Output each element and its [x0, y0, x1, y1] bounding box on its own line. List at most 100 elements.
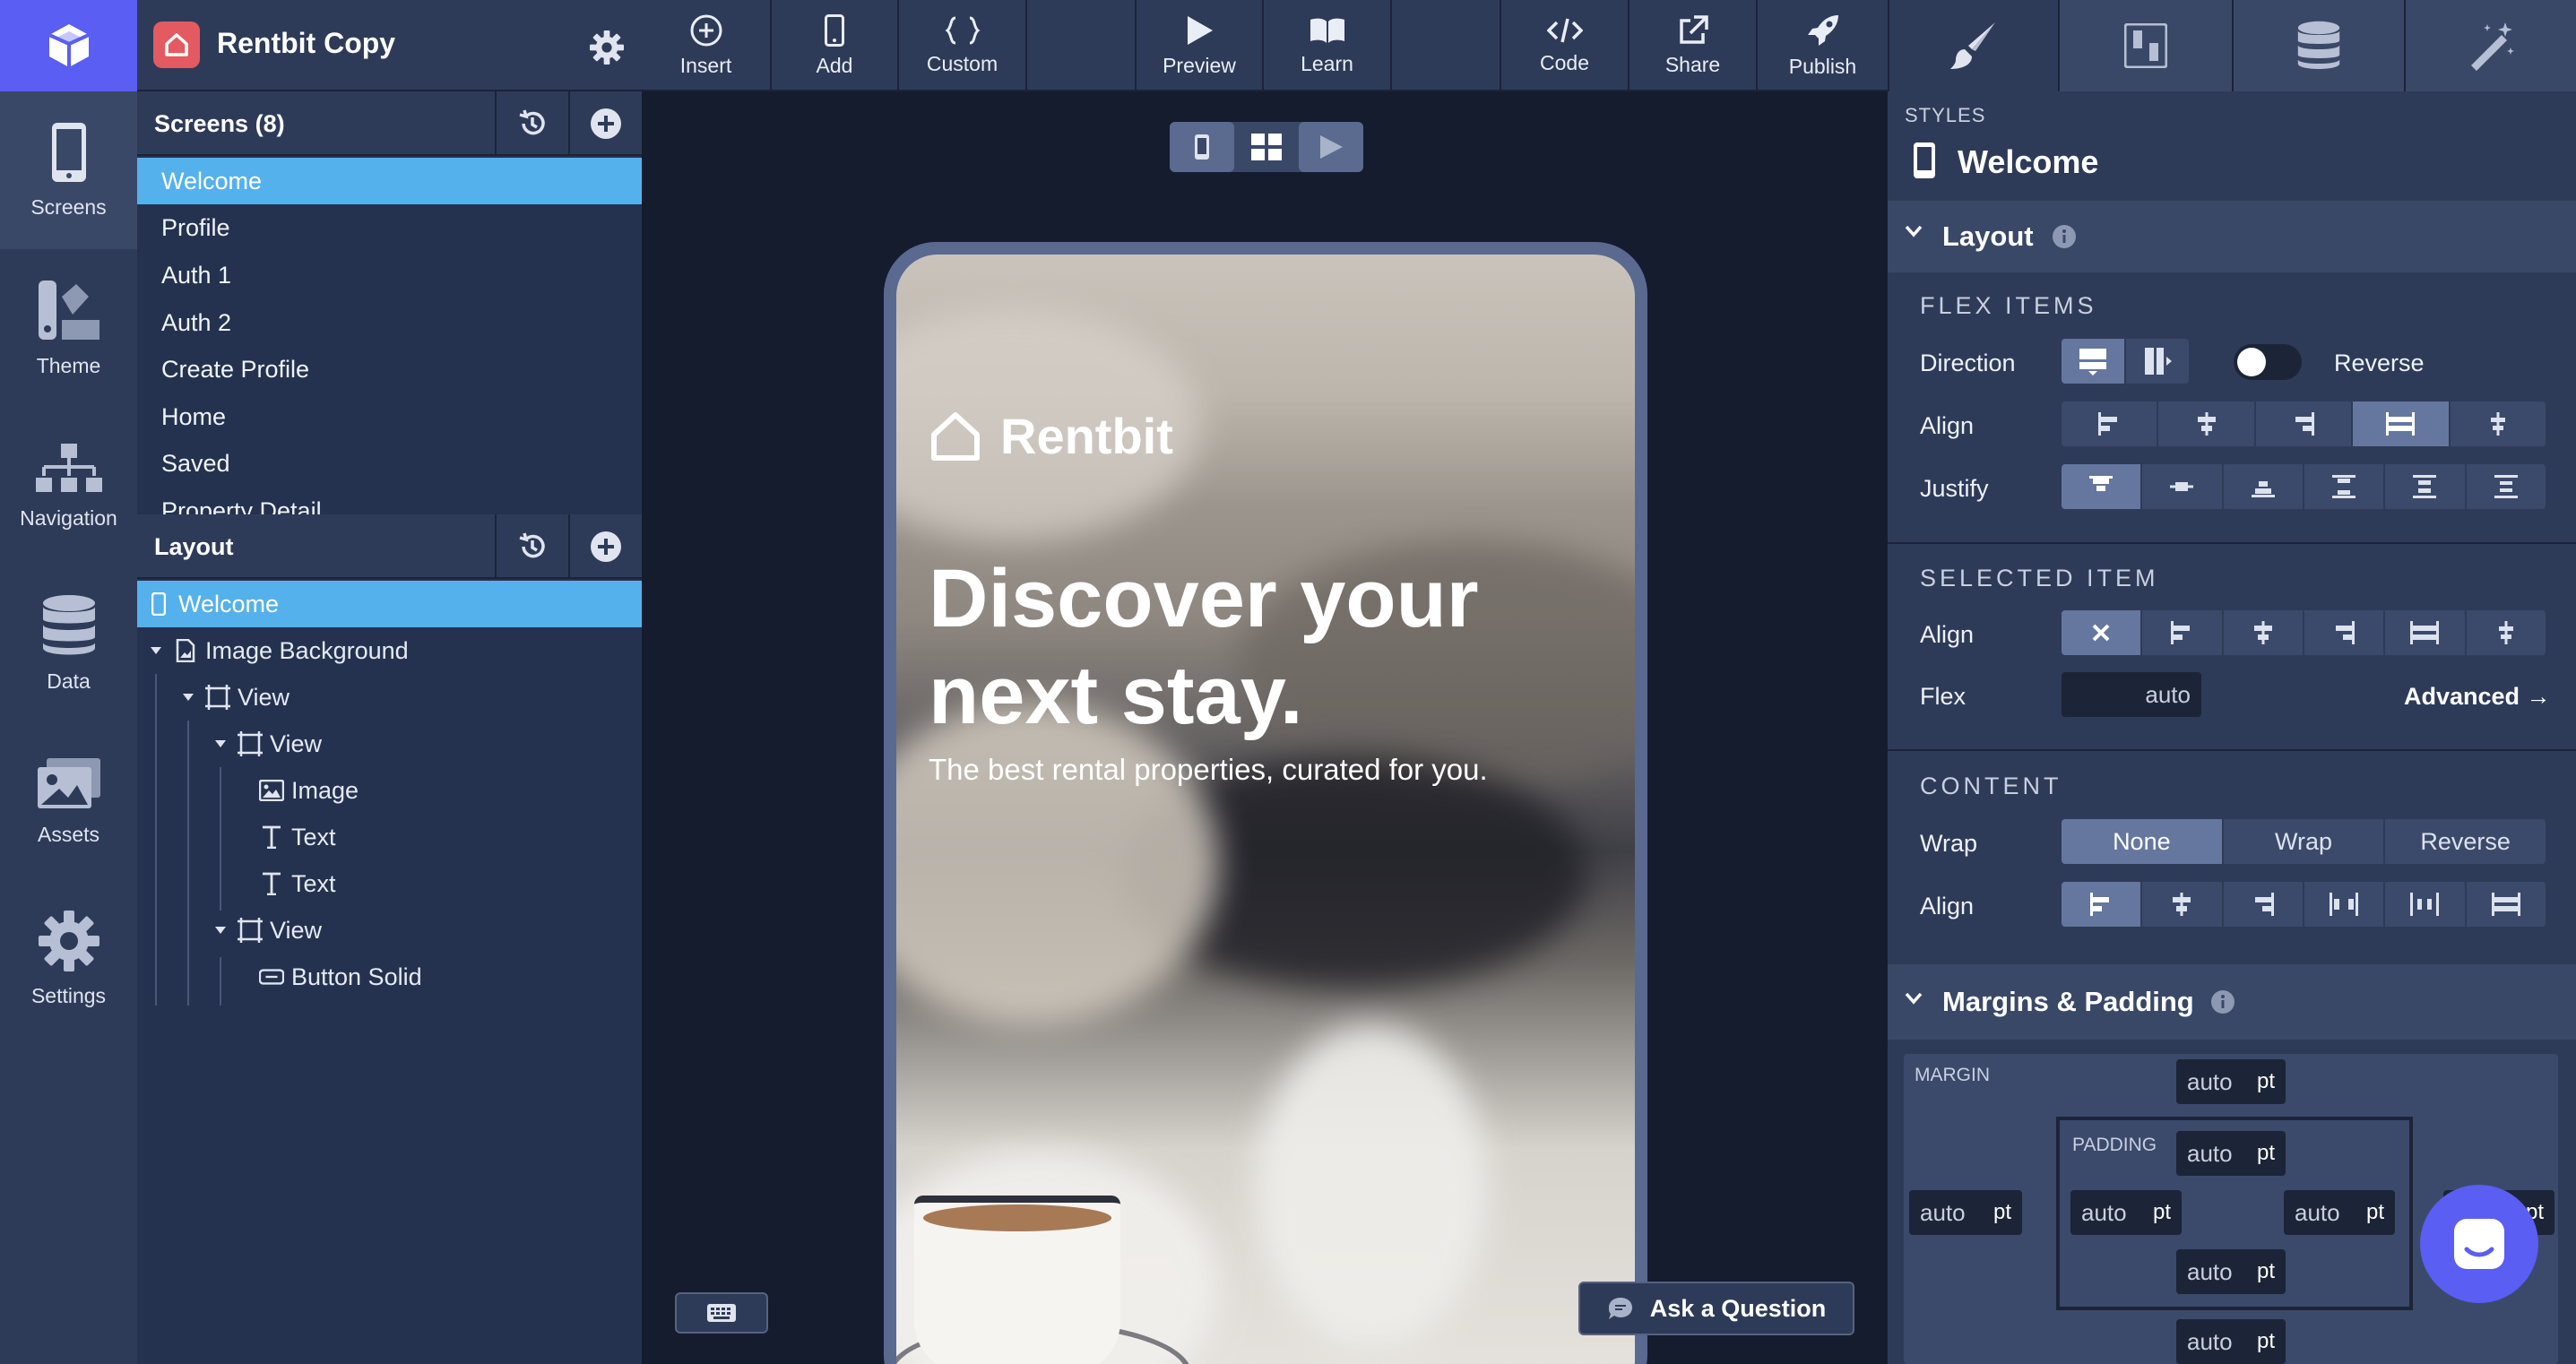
info-icon[interactable]: [2210, 989, 2235, 1014]
chevron-down-icon[interactable]: [1904, 991, 1923, 1006]
project-name[interactable]: Rentbit Copy: [217, 27, 395, 60]
tree-node-button-solid[interactable]: Button Solid: [137, 954, 642, 1000]
content-align-start-button[interactable]: [2062, 882, 2143, 927]
support-chat-button[interactable]: [2420, 1185, 2538, 1303]
layout-add-button[interactable]: [568, 514, 642, 579]
screen-item-home[interactable]: Home: [137, 393, 642, 440]
padding-left-input[interactable]: auto pt: [2070, 1190, 2182, 1235]
align-baseline-button[interactable]: [2450, 401, 2546, 446]
layout-history-button[interactable]: [495, 514, 568, 579]
ask-question-button[interactable]: Ask a Question: [1578, 1282, 1854, 1335]
direction-row-button[interactable]: [2126, 339, 2189, 384]
justify-space-around-button[interactable]: [2385, 464, 2467, 509]
padding-top-input[interactable]: auto pt: [2176, 1131, 2286, 1176]
justify-space-evenly-button[interactable]: [2466, 464, 2546, 509]
margin-bottom-input[interactable]: auto pt: [2176, 1319, 2286, 1364]
screen-item-property-detail[interactable]: Property Detail: [137, 488, 642, 515]
screen-item-create-profile[interactable]: Create Profile: [137, 346, 642, 393]
screens-history-button[interactable]: [495, 91, 568, 156]
reverse-toggle[interactable]: [2234, 344, 2302, 380]
direction-column-button[interactable]: [2062, 339, 2126, 384]
self-align-start-button[interactable]: [2142, 610, 2224, 655]
rail-settings[interactable]: Settings: [0, 880, 137, 1038]
wrap-wrap-button[interactable]: Wrap: [2223, 819, 2386, 864]
self-align-end-button[interactable]: [2304, 610, 2386, 655]
tree-node-view[interactable]: View: [137, 907, 642, 954]
rail-navigation[interactable]: Navigation: [0, 407, 137, 565]
justify-space-between-button[interactable]: [2304, 464, 2386, 509]
welcome-screen-preview[interactable]: Rentbit Discover your next stay. The bes…: [896, 255, 1635, 1364]
margin-top-input[interactable]: auto pt: [2176, 1059, 2286, 1104]
magic-tab[interactable]: [2404, 0, 2576, 91]
publish-button[interactable]: Publish: [1758, 0, 1888, 91]
self-align-stretch-button[interactable]: [2385, 610, 2467, 655]
justify-center-button[interactable]: [2142, 464, 2224, 509]
screens-add-button[interactable]: [568, 91, 642, 156]
rail-theme[interactable]: Theme: [0, 249, 137, 407]
caret-down-icon[interactable]: [178, 687, 198, 707]
tree-node-welcome[interactable]: Welcome: [137, 581, 642, 627]
align-stretch-button[interactable]: [2353, 401, 2451, 446]
rail-data[interactable]: Data: [0, 565, 137, 722]
add-button[interactable]: Add: [772, 0, 899, 91]
tree-node-label: Welcome: [178, 590, 280, 617]
keyboard-shortcuts-button[interactable]: [675, 1292, 768, 1334]
rail-assets[interactable]: Assets: [0, 722, 137, 880]
value: auto: [2187, 1067, 2233, 1095]
chevron-down-icon[interactable]: [1904, 224, 1923, 238]
tree-node-image-background[interactable]: Image Background: [137, 627, 642, 674]
project-icon[interactable]: [153, 22, 200, 68]
justify-end-button[interactable]: [2223, 464, 2304, 509]
tree-node-text[interactable]: Text: [137, 860, 642, 907]
align-start-button[interactable]: [2062, 401, 2159, 446]
learn-button[interactable]: Learn: [1264, 0, 1392, 91]
insert-button[interactable]: Insert: [642, 0, 772, 91]
advanced-link[interactable]: Advanced →: [2404, 683, 2551, 711]
code-button[interactable]: Code: [1501, 0, 1629, 91]
rail-screens[interactable]: Screens: [0, 91, 137, 249]
padding-bottom-input[interactable]: auto pt: [2176, 1249, 2286, 1294]
justify-label: Justify: [1920, 475, 1989, 502]
screen-item-welcome[interactable]: Welcome: [137, 158, 642, 204]
content-align-end-button[interactable]: [2223, 882, 2304, 927]
phone-view-button[interactable]: [1170, 122, 1234, 172]
wrap-none-button[interactable]: None: [2062, 819, 2224, 864]
flex-input[interactable]: auto: [2062, 672, 2201, 717]
screen-item-saved[interactable]: Saved: [137, 440, 642, 487]
screen-item-auth-2[interactable]: Auth 2: [137, 299, 642, 346]
content-stretch-button[interactable]: [2466, 882, 2546, 927]
styles-tab[interactable]: [1888, 0, 2058, 91]
share-button[interactable]: Share: [1629, 0, 1758, 91]
justify-start-button[interactable]: [2062, 464, 2143, 509]
content-space-between-button[interactable]: [2304, 882, 2386, 927]
margin-left-input[interactable]: auto pt: [1909, 1190, 2022, 1235]
screen-item-auth-1[interactable]: Auth 1: [137, 252, 642, 298]
tree-node-view[interactable]: View: [137, 674, 642, 721]
info-icon[interactable]: [2052, 224, 2077, 249]
project-settings-icon[interactable]: [590, 30, 624, 65]
config-tab[interactable]: [2058, 0, 2232, 91]
content-space-around-button[interactable]: [2385, 882, 2467, 927]
tree-node-image[interactable]: Image: [137, 767, 642, 814]
caret-down-icon[interactable]: [211, 920, 230, 940]
brand-row: Rentbit: [929, 407, 1173, 465]
padding-right-input[interactable]: auto pt: [2284, 1190, 2395, 1235]
self-align-none-button[interactable]: [2062, 610, 2143, 655]
self-align-center-button[interactable]: [2223, 610, 2304, 655]
wrap-reverse-button[interactable]: Reverse: [2385, 819, 2546, 864]
preview-button[interactable]: Preview: [1137, 0, 1264, 91]
app-logo[interactable]: [0, 0, 137, 91]
align-end-button[interactable]: [2255, 401, 2354, 446]
play-view-button[interactable]: [1299, 122, 1363, 172]
caret-down-icon[interactable]: [211, 734, 230, 754]
screen-item-profile[interactable]: Profile: [137, 204, 642, 251]
data-tab[interactable]: [2232, 0, 2404, 91]
content-align-center-button[interactable]: [2142, 882, 2224, 927]
tree-node-text[interactable]: Text: [137, 814, 642, 860]
caret-down-icon[interactable]: [146, 641, 166, 660]
align-center-button[interactable]: [2158, 401, 2256, 446]
grid-view-button[interactable]: [1234, 122, 1299, 172]
self-align-baseline-button[interactable]: [2466, 610, 2546, 655]
custom-button[interactable]: Custom: [899, 0, 1027, 91]
tree-node-view[interactable]: View: [137, 721, 642, 767]
